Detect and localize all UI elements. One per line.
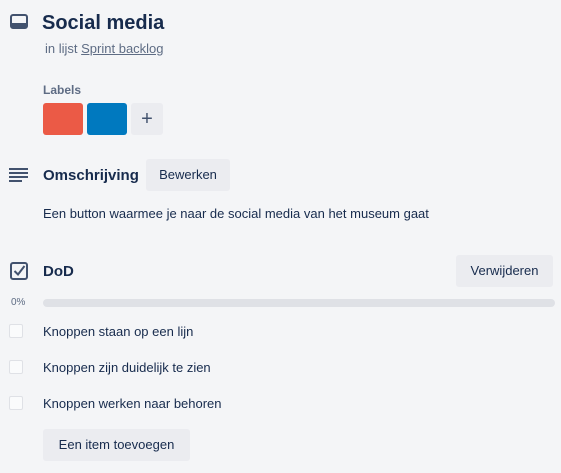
- checklist-item-text[interactable]: Knoppen werken naar behoren: [43, 396, 222, 412]
- checklist-item-checkbox[interactable]: [9, 324, 23, 338]
- list-link[interactable]: Sprint backlog: [81, 41, 163, 56]
- checklist-title[interactable]: DoD: [43, 262, 74, 282]
- labels-heading: Labels: [43, 83, 82, 97]
- in-list-prefix: in lijst: [45, 41, 78, 56]
- add-checklist-item-button[interactable]: Een item toevoegen: [43, 429, 190, 461]
- description-lines-icon: [9, 167, 29, 183]
- description-text[interactable]: Een button waarmee je naar de social med…: [43, 206, 429, 222]
- progress-percentage: 0%: [11, 297, 26, 308]
- checklist-item-checkbox[interactable]: [9, 396, 23, 410]
- checklist-item-checkbox[interactable]: [9, 360, 23, 374]
- label-chip-blue[interactable]: [87, 103, 127, 135]
- progress-bar: [43, 299, 555, 307]
- edit-description-button[interactable]: Bewerken: [146, 159, 230, 191]
- checklist-item: Knoppen zijn duidelijk te zien: [0, 354, 561, 382]
- delete-checklist-button[interactable]: Verwijderen: [456, 255, 553, 287]
- add-label-button[interactable]: +: [131, 103, 163, 135]
- card-title[interactable]: Social media: [42, 10, 164, 36]
- label-chip-red[interactable]: [43, 103, 83, 135]
- checklist-item-text[interactable]: Knoppen staan op een lijn: [43, 324, 193, 340]
- checklist-item: Knoppen werken naar behoren: [0, 390, 561, 418]
- description-heading: Omschrijving: [43, 167, 139, 184]
- checklist-item-text[interactable]: Knoppen zijn duidelijk te zien: [43, 360, 211, 376]
- card-icon: [10, 13, 28, 31]
- checkbox-checked-icon: [10, 262, 28, 280]
- checklist-item: Knoppen staan op een lijn: [0, 318, 561, 346]
- list-reference: in lijst Sprint backlog: [45, 41, 164, 57]
